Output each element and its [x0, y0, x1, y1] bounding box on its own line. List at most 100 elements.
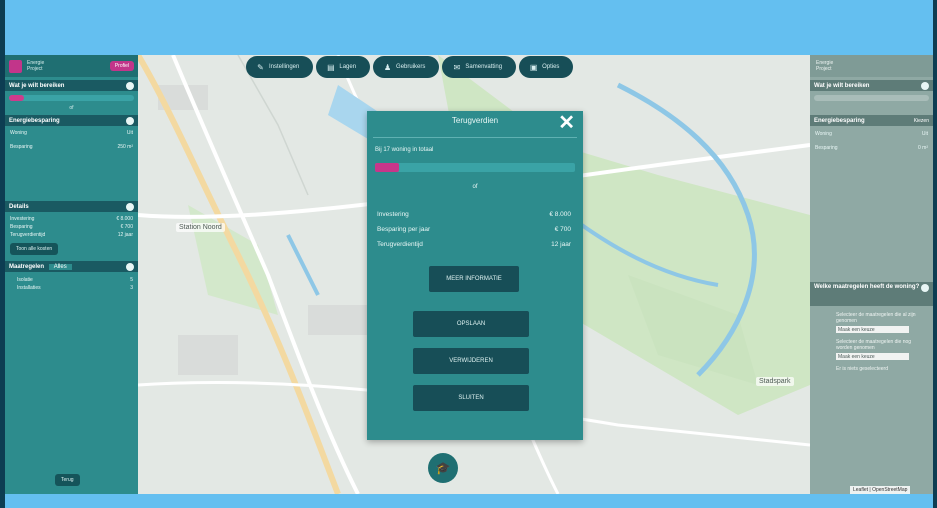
right-energy-key: Besparing [815, 145, 838, 151]
left-energy-value: Uit [126, 130, 133, 136]
left-details-key: Besparing [10, 224, 33, 230]
modal-or-label: of [472, 184, 478, 190]
info-icon[interactable] [921, 284, 929, 292]
profile-badge-button[interactable]: Profiel [109, 61, 134, 71]
left-header: Energie Project Profiel [5, 55, 138, 77]
info-icon[interactable] [126, 202, 134, 211]
graduation-cap-icon[interactable]: 🎓 [428, 453, 458, 483]
nav-samenvatting-label: Samenvatting [465, 64, 503, 70]
left-details-row: Investering € 8.000 [5, 215, 138, 223]
nav-gebruikers-label: Gebruikers [396, 64, 426, 70]
right-energy-row: Besparing 0 m² [810, 144, 933, 152]
top-banner [5, 0, 933, 55]
left-details-value: 12 jaar [117, 232, 133, 238]
nav-instellingen-button[interactable]: ✎ Instellingen [246, 56, 314, 78]
right-note-planned: Selecteer de maatregelen die nog worden … [836, 339, 912, 351]
modal-row: Investering € 8.000 [377, 211, 571, 218]
map-attribution: Leaflet | OpenStreetMap [850, 486, 911, 494]
nav-samenvatting-button[interactable]: ✉ Samenvatting [442, 56, 517, 78]
right-note-existing: Selecteer de maatregelen die al zijn gen… [836, 312, 916, 324]
left-section-goal-title: Wat je wilt bereiken [9, 82, 65, 89]
left-section-measures-title: Maatregelen Alles [9, 263, 72, 270]
right-energy-row: Woning Uit [810, 130, 933, 138]
left-energy-row: Woning Uit [5, 129, 138, 137]
map-label-park: Stadspark [756, 377, 794, 386]
left-section-details-title: Details [9, 203, 29, 210]
modal-row-key: Investering [377, 211, 409, 218]
nav-lagen-label: Lagen [339, 64, 357, 70]
back-button[interactable]: Terug [55, 474, 80, 486]
right-section-measures: Welke maatregelen heeft de woning? [810, 282, 933, 306]
save-button[interactable]: OPSLAAN [413, 311, 529, 337]
right-section-goal: Wat je wilt bereiken [810, 80, 933, 91]
modal-row-value: 12 jaar [551, 241, 571, 248]
measures-filter-select[interactable]: Alles [48, 263, 72, 270]
modal-progress [375, 163, 575, 172]
close-icon[interactable]: ✕ [558, 113, 575, 133]
existing-measures-select[interactable]: Maak een keuze [836, 326, 909, 333]
modal-divider [373, 137, 577, 138]
info-icon[interactable] [921, 81, 929, 90]
delete-button[interactable]: VERWIJDEREN [413, 348, 529, 374]
left-measures-row: Isolatie 5 [5, 276, 138, 284]
info-icon[interactable] [126, 116, 134, 125]
left-section-energy-title: Energiebesparing [9, 117, 60, 124]
left-details-row: Terugverdientijd 12 jaar [5, 231, 138, 239]
left-details-value: € 700 [120, 224, 133, 230]
info-icon[interactable] [126, 81, 134, 90]
right-goal-progress [814, 95, 929, 101]
nav-lagen-button[interactable]: ▤ Lagen [316, 56, 371, 78]
more-info-button[interactable]: MEER INFORMATIE [429, 266, 519, 292]
show-costs-button[interactable]: Toon alle kosten [10, 243, 59, 255]
left-measures-value: 3 [130, 285, 133, 291]
right-energy-select[interactable]: Kiezen [914, 118, 929, 124]
left-details-key: Terugverdientijd [10, 232, 46, 238]
close-button[interactable]: SLUITEN [413, 385, 529, 411]
left-panel: Energie Project Profiel Wat je wilt bere… [5, 55, 138, 494]
modal-progress-fill [375, 163, 399, 172]
left-section-goal: Wat je wilt bereiken [5, 80, 138, 91]
left-energy-value: 250 m² [117, 144, 133, 150]
bottom-banner [5, 494, 933, 508]
nav-opties-button[interactable]: ▣ Opties [519, 56, 574, 78]
left-measures-key: Installaties [17, 285, 41, 291]
left-header-text: Energie Project [27, 60, 44, 72]
pencil-icon: ✎ [257, 62, 264, 72]
right-panel: Energie Project Wat je wilt bereiken Ene… [810, 55, 933, 494]
left-goal-or: of [69, 105, 74, 111]
planned-measures-select[interactable]: Maak een keuze [836, 353, 909, 360]
app-logo-icon[interactable] [9, 59, 22, 73]
left-details-row: Besparing € 700 [5, 223, 138, 231]
left-section-details: Details [5, 201, 138, 212]
nav-gebruikers-button[interactable]: ♟ Gebruikers [373, 56, 440, 78]
left-measures-key: Isolatie [17, 277, 33, 283]
right-header-line2: Project [816, 66, 832, 72]
payback-modal: Terugverdien ✕ Bij 17 woning in totaal o… [367, 111, 583, 440]
right-energy-value: 0 m² [918, 145, 928, 151]
left-section-measures: Maatregelen Alles [5, 261, 138, 272]
right-energy-key: Woning [815, 131, 832, 137]
modal-row-value: € 8.000 [549, 211, 571, 218]
modal-subtitle: Bij 17 woning in totaal [375, 147, 434, 153]
right-section-energy-title: Energiebesparing [814, 117, 865, 124]
left-goal-progress-fill [9, 95, 24, 101]
users-icon: ♟ [383, 62, 392, 72]
right-header: Energie Project [810, 55, 933, 77]
left-section-energy: Energiebesparing [5, 115, 138, 126]
left-details-button-wrap: Toon alle kosten [5, 239, 138, 259]
left-measures-row: Installaties 3 [5, 284, 138, 292]
modal-row: Terugverdientijd 12 jaar [377, 241, 571, 248]
box-icon: ▣ [529, 62, 538, 72]
measures-title-text: Maatregelen [9, 263, 45, 270]
info-icon[interactable] [126, 262, 134, 271]
frame-right [933, 0, 937, 508]
right-section-energy: Energiebesparing Kiezen [810, 115, 933, 126]
left-energy-key: Woning [10, 130, 27, 136]
right-section-measures-title: Welke maatregelen heeft de woning? [814, 284, 920, 290]
left-details-value: € 8.000 [116, 216, 133, 222]
left-energy-row: Besparing 250 m² [5, 143, 138, 151]
left-energy-key: Besparing [10, 144, 33, 150]
modal-row-key: Besparing per jaar [377, 226, 431, 233]
modal-row: Besparing per jaar € 700 [377, 226, 571, 233]
map-label-station: Station Noord [176, 223, 225, 232]
